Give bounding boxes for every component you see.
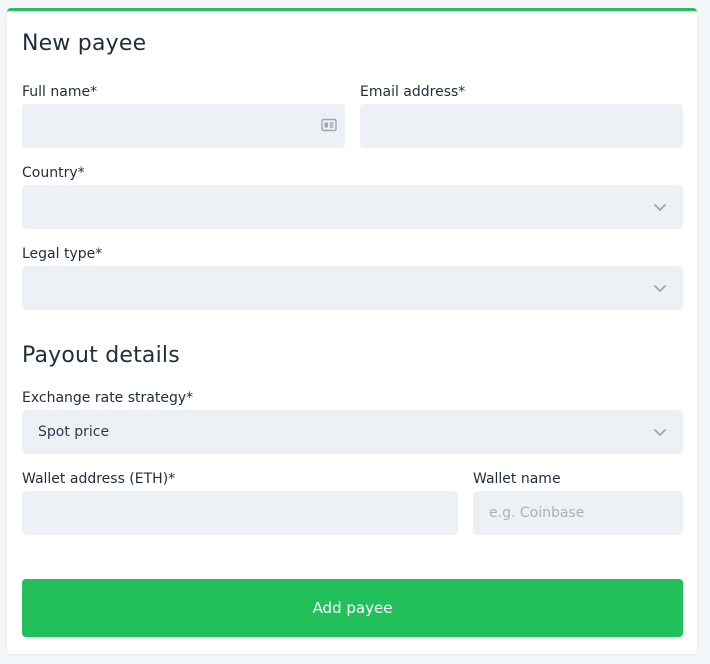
- wallet-name-placeholder: e.g. Coinbase: [489, 505, 585, 521]
- add-payee-button[interactable]: Add payee: [22, 579, 683, 637]
- exchange-rate-strategy-label: Exchange rate strategy*: [22, 390, 194, 406]
- legal-type-select[interactable]: [22, 266, 683, 310]
- chevron-down-icon: [654, 429, 666, 436]
- exchange-rate-strategy-value: Spot price: [38, 424, 110, 440]
- exchange-rate-strategy-select[interactable]: Spot price: [22, 410, 683, 454]
- chevron-down-icon: [654, 204, 666, 211]
- full-name-label: Full name*: [22, 84, 98, 100]
- country-label: Country*: [22, 165, 85, 181]
- new-payee-heading: New payee: [22, 31, 147, 56]
- legal-type-label: Legal type*: [22, 246, 103, 262]
- email-label: Email address*: [360, 84, 466, 100]
- wallet-name-label: Wallet name: [473, 471, 561, 487]
- chevron-down-icon: [654, 285, 666, 292]
- country-select[interactable]: [22, 185, 683, 229]
- full-name-input[interactable]: [22, 104, 345, 148]
- email-input[interactable]: [360, 104, 683, 148]
- wallet-address-label: Wallet address (ETH)*: [22, 471, 176, 487]
- payout-details-heading: Payout details: [22, 343, 180, 368]
- contact-card-icon: [321, 118, 337, 132]
- wallet-name-input[interactable]: e.g. Coinbase: [473, 491, 683, 535]
- new-payee-card: New payee Full name* Email address* Coun…: [7, 8, 697, 654]
- wallet-address-input[interactable]: [22, 491, 458, 535]
